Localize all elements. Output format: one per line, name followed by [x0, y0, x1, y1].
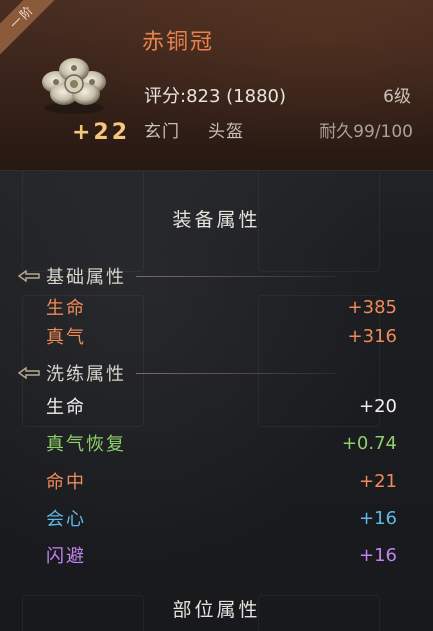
attr-row: 生命 +20	[46, 393, 397, 419]
divider-line	[136, 275, 336, 277]
attr-value: +0.74	[341, 432, 397, 454]
attr-row: 闪避 +16	[46, 542, 397, 568]
subheading-refine-attrs: 洗练属性	[18, 361, 336, 385]
item-score: 评分:823 (1880)	[144, 86, 286, 107]
attr-row: 真气恢复 +0.74	[46, 430, 397, 456]
subheading-base-attrs: 基础属性	[18, 264, 336, 288]
ornament-icon	[18, 366, 40, 380]
attr-value: +16	[359, 544, 397, 566]
silver-flower-helmet-icon	[42, 58, 106, 114]
attr-label: 会心	[46, 509, 86, 530]
attr-label: 生命	[46, 397, 86, 418]
item-name: 赤铜冠	[142, 30, 215, 55]
attr-value: +316	[347, 325, 397, 347]
subheading-label: 洗练属性	[46, 364, 126, 385]
attr-value: +385	[347, 296, 397, 318]
divider-line	[136, 372, 336, 374]
attr-row: 生命 +385	[46, 294, 397, 320]
item-slot: 头盔	[208, 122, 244, 142]
item-level: 6级	[383, 87, 411, 107]
subheading-label: 基础属性	[46, 267, 126, 288]
attr-value: +21	[359, 470, 397, 492]
item-durability: 耐久99/100	[319, 122, 413, 142]
attr-label: 生命	[46, 298, 86, 319]
attr-label: 命中	[46, 472, 86, 493]
ornament-icon	[18, 269, 40, 283]
attr-label: 闪避	[46, 546, 86, 567]
section-title-part-attrs: 部位属性	[172, 599, 261, 621]
attr-label: 真气	[46, 327, 86, 348]
attr-value: +20	[359, 395, 397, 417]
section-title-equip-attrs: 装备属性	[172, 209, 261, 231]
attr-label: 真气恢复	[46, 434, 126, 455]
enhance-level: +22	[72, 120, 131, 145]
item-school: 玄门	[144, 122, 180, 142]
attr-value: +16	[359, 507, 397, 529]
attr-row: 真气 +316	[46, 323, 397, 349]
attr-row: 命中 +21	[46, 468, 397, 494]
attr-row: 会心 +16	[46, 505, 397, 531]
item-tooltip-panel: 一阶 赤铜冠 评分:823 (1880) 6级 +22 玄门 头盔 耐久99/1…	[0, 0, 433, 631]
